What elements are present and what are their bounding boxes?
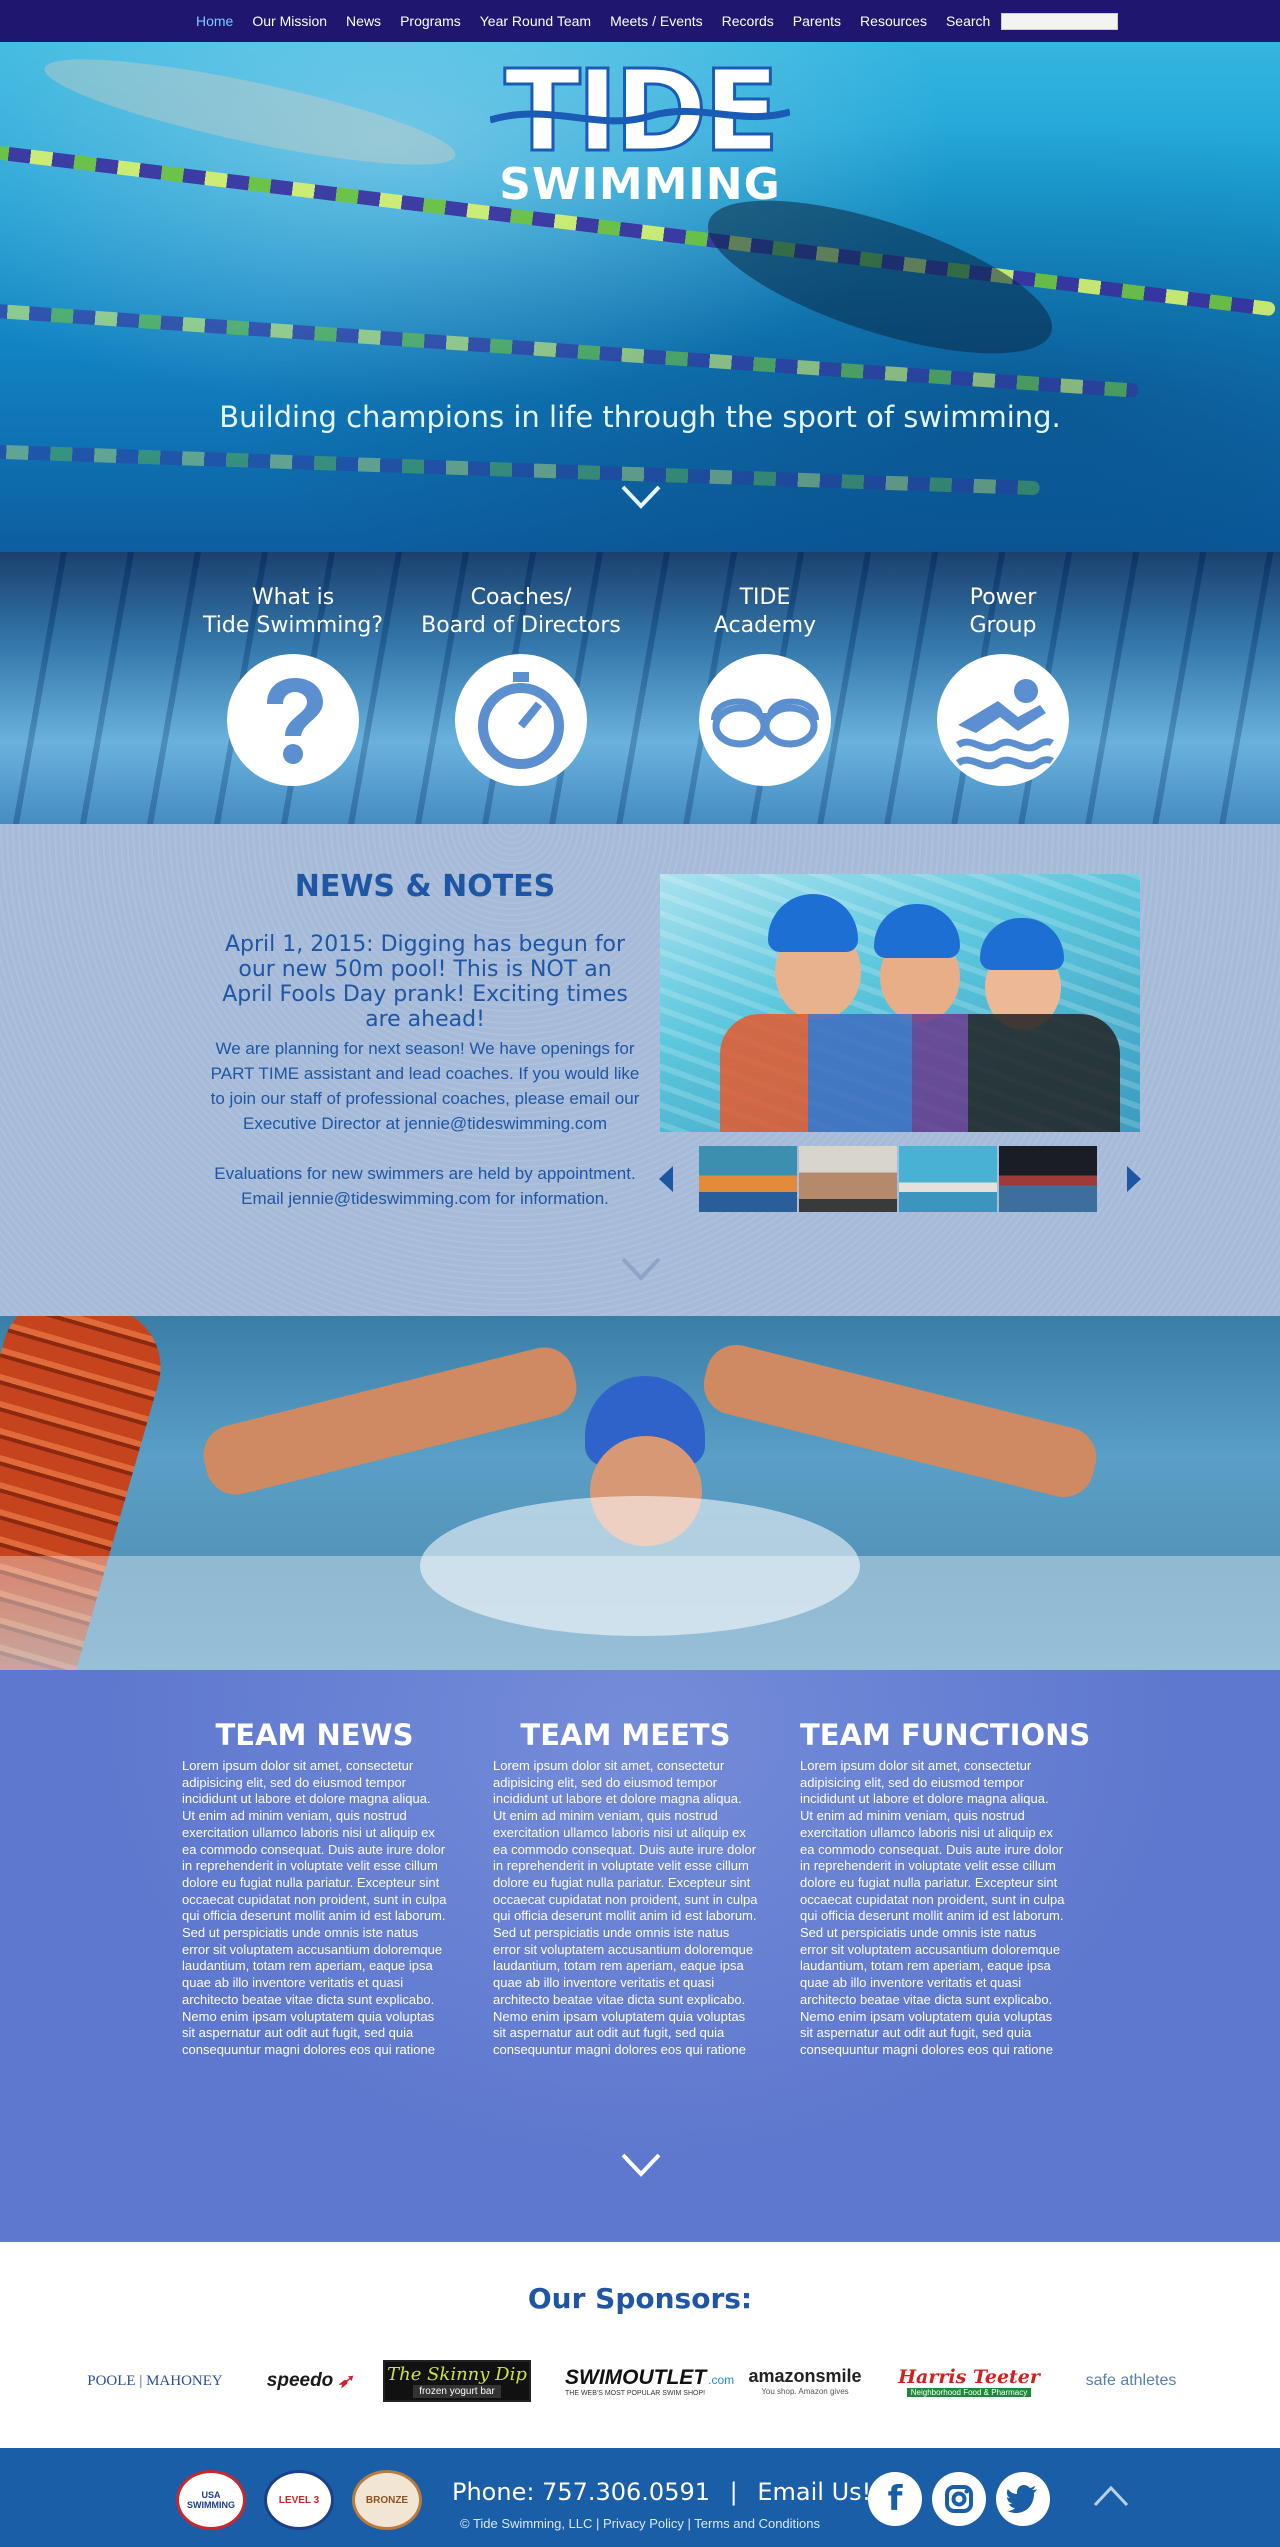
program-what-is-tide[interactable]: What is Tide Swimming? (178, 584, 408, 786)
thumbnail-photo[interactable] (699, 1146, 797, 1212)
program-tide-academy[interactable]: TIDE Academy (650, 584, 880, 786)
nav-our-mission[interactable]: Our Mission (252, 13, 327, 29)
program-label: What is Tide Swimming? (203, 585, 383, 638)
sponsor-skinny-dip[interactable]: The Skinny Dip frozen yogurt bar (383, 2360, 531, 2402)
photo-thumbnail-carousel (659, 1146, 1141, 1212)
search-label: Search (945, 13, 991, 29)
nav-programs[interactable]: Programs (400, 13, 461, 29)
tide-logo[interactable]: TIDE SWIMMING (490, 55, 790, 210)
team-news-column: TEAM NEWS Lorem ipsum dolor sit amet, co… (182, 1718, 447, 2059)
footer-copyright[interactable]: © Tide Swimming, LLC | Privacy Policy | … (460, 2516, 820, 2531)
nav-resources[interactable]: Resources (860, 13, 927, 29)
top-nav: Home Our Mission News Programs Year Roun… (0, 0, 1280, 42)
chevron-down-icon[interactable] (620, 484, 662, 510)
news-body-coaches: We are planning for next season! We have… (210, 1039, 640, 1133)
question-icon (267, 678, 323, 764)
team-functions-title[interactable]: TEAM FUNCTIONS (800, 1718, 1090, 1752)
news-notes-section: NEWS & NOTES April 1, 2015: Digging has … (0, 824, 1280, 1316)
level-3-badge[interactable]: LEVEL 3 (264, 2470, 334, 2530)
twitter-icon[interactable] (996, 2472, 1050, 2526)
program-circle[interactable] (699, 654, 831, 786)
program-circle[interactable] (227, 654, 359, 786)
news-body-evaluations: Evaluations for new swimmers are held by… (214, 1164, 636, 1208)
stopwatch-icon (478, 672, 564, 769)
logo-wave-icon (490, 107, 790, 125)
team-meets-column: TEAM MEETS Lorem ipsum dolor sit amet, c… (493, 1718, 758, 2059)
carousel-next-arrow-icon[interactable] (1127, 1166, 1141, 1192)
thumbnail-photo[interactable] (799, 1146, 897, 1212)
team-meets-text: Lorem ipsum dolor sit amet, consectetur … (493, 1758, 758, 2057)
chevron-down-icon[interactable] (620, 2152, 662, 2178)
instagram-icon[interactable] (932, 2472, 986, 2526)
sponsor-amazonsmile[interactable]: amazonsmile You shop. Amazon gives (745, 2360, 865, 2402)
news-main-photo (660, 874, 1140, 1132)
hero-tagline: Building champions in life through the s… (219, 400, 1061, 434)
team-meets-title[interactable]: TEAM MEETS (493, 1718, 758, 1752)
footer-contact: Phone: 757.306.0591 | Email Us! (452, 2478, 871, 2506)
swimmer-icon (955, 679, 1054, 770)
email-us-link[interactable]: Email Us! (757, 2478, 871, 2506)
nav-meets-events[interactable]: Meets / Events (610, 13, 703, 29)
program-coaches-board[interactable]: Coaches/ Board of Directors (406, 584, 636, 786)
program-power-group[interactable]: Power Group (888, 584, 1118, 786)
program-label: Power Group (969, 585, 1037, 638)
team-news-text: Lorem ipsum dolor sit amet, consectetur … (182, 1758, 447, 2057)
sponsor-poole-mahoney[interactable]: POOLE | MAHONEY (80, 2360, 230, 2402)
nav-news[interactable]: News (346, 13, 381, 29)
team-section: TEAM NEWS Lorem ipsum dolor sit amet, co… (0, 1670, 1280, 2242)
news-headline: April 1, 2015: Digging has begun for our… (222, 932, 628, 1032)
nav-parents[interactable]: Parents (793, 13, 841, 29)
separator: | (729, 2478, 738, 2506)
team-news-title[interactable]: TEAM NEWS (182, 1718, 447, 1752)
news-title: NEWS & NOTES (294, 869, 556, 904)
program-label: Coaches/ Board of Directors (421, 585, 621, 638)
team-functions-text: Lorem ipsum dolor sit amet, consectetur … (800, 1758, 1065, 2057)
thumbnail-photo[interactable] (899, 1146, 997, 1212)
sponsor-safe-athletes[interactable]: safe athletes (1068, 2360, 1194, 2402)
programs-section: What is Tide Swimming? Coaches/ Board of… (0, 552, 1280, 824)
sponsors-title: Our Sponsors: (527, 2282, 753, 2315)
goggles-icon (711, 698, 819, 748)
butterfly-swimmer-photo (0, 1316, 1280, 1670)
phone-number[interactable]: Phone: 757.306.0591 (452, 2478, 710, 2506)
nav-year-round-team[interactable]: Year Round Team (480, 13, 591, 29)
chevron-up-icon[interactable] (1092, 2484, 1130, 2508)
program-label: TIDE Academy (713, 585, 817, 638)
usa-swimming-badge[interactable]: USA SWIMMING (176, 2470, 246, 2530)
program-circle[interactable] (937, 654, 1069, 786)
search-input[interactable] (1001, 12, 1119, 30)
sponsors-section: Our Sponsors: POOLE | MAHONEY speedo ➶ Th… (0, 2242, 1280, 2448)
sponsor-swimoutlet[interactable]: SWIMOUTLET .com THE WEB'S MOST POPULAR S… (565, 2360, 734, 2402)
chevron-down-icon[interactable] (620, 1256, 662, 1282)
facebook-icon[interactable]: f (868, 2472, 922, 2526)
nav-home[interactable]: Home (196, 13, 233, 29)
sponsor-speedo[interactable]: speedo ➶ (255, 2360, 365, 2402)
hero-banner: TIDE SWIMMING Building champions in life… (0, 42, 1280, 552)
nav-records[interactable]: Records (722, 13, 774, 29)
sponsor-harris-teeter[interactable]: Harris Teeter Neighborhood Food & Pharma… (893, 2360, 1045, 2402)
thumbnail-photo[interactable] (999, 1146, 1097, 1212)
carousel-prev-arrow-icon[interactable] (659, 1166, 673, 1192)
site-footer: USA SWIMMING LEVEL 3 BRONZE Phone: 757.3… (0, 2448, 1280, 2547)
program-circle[interactable] (455, 654, 587, 786)
team-functions-column: TEAM FUNCTIONS Lorem ipsum dolor sit ame… (800, 1718, 1090, 2059)
bronze-medal-badge[interactable]: BRONZE (352, 2470, 422, 2530)
logo-swimming-text: SWIMMING (499, 159, 781, 210)
